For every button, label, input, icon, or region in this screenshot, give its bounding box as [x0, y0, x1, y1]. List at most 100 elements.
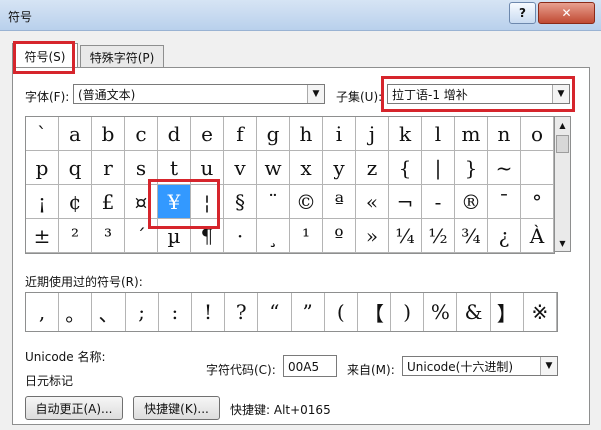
symbol-cell[interactable]: «	[356, 185, 389, 219]
symbol-cell[interactable]: }	[455, 151, 488, 185]
chevron-down-icon[interactable]: ▼	[307, 85, 324, 103]
symbol-cell[interactable]: ®	[455, 185, 488, 219]
unicode-name-value: 日元标记	[25, 374, 74, 388]
symbol-cell[interactable]: g	[257, 117, 290, 151]
symbol-cell[interactable]: ©	[290, 185, 323, 219]
char-code-input[interactable]: 00A5	[283, 355, 337, 377]
symbol-cell[interactable]: À	[521, 219, 554, 253]
symbol-grid-scrollbar[interactable]: ▲ ▼	[554, 116, 571, 252]
recent-symbol-cell[interactable]: (	[325, 293, 358, 331]
from-select-value: Unicode(十六进制)	[407, 360, 514, 374]
recent-symbol-cell[interactable]: ,	[26, 293, 60, 331]
symbol-cell[interactable]	[521, 151, 554, 185]
symbol-cell[interactable]: c	[125, 117, 158, 151]
tab-special-characters[interactable]: 特殊字符(P)	[80, 45, 164, 68]
symbol-cell[interactable]: f	[224, 117, 257, 151]
symbol-cell[interactable]: ¯	[488, 185, 521, 219]
symbol-cell[interactable]: m	[455, 117, 488, 151]
symbol-cell[interactable]: ²	[59, 219, 92, 253]
symbol-cell[interactable]: q	[59, 151, 92, 185]
font-label: 字体(F):	[25, 90, 70, 104]
symbol-cell[interactable]: º	[323, 219, 356, 253]
unicode-name-label: Unicode 名称:	[25, 350, 106, 364]
scroll-down-icon[interactable]: ▼	[555, 235, 570, 251]
symbol-cell[interactable]: ¹	[290, 219, 323, 253]
recent-symbol-cell[interactable]: ”	[292, 293, 325, 331]
recent-symbols-label: 近期使用过的符号(R):	[25, 275, 143, 289]
recent-symbol-cell[interactable]: “	[258, 293, 292, 331]
scrollbar-thumb[interactable]	[556, 135, 569, 153]
from-select[interactable]: Unicode(十六进制) ▼	[402, 356, 558, 376]
char-code-label: 字符代码(C):	[206, 363, 276, 377]
recent-symbol-cell[interactable]: :	[159, 293, 192, 331]
symbol-cell[interactable]: -	[422, 185, 455, 219]
symbol-cell[interactable]: ¨	[257, 185, 290, 219]
symbol-cell[interactable]: k	[389, 117, 422, 151]
symbol-cell[interactable]: £	[92, 185, 125, 219]
title-bar: 符号 ? ✕	[0, 0, 601, 31]
symbol-cell[interactable]: n	[488, 117, 521, 151]
symbol-cell[interactable]: {	[389, 151, 422, 185]
symbol-cell[interactable]: ¡	[26, 185, 59, 219]
help-button[interactable]: ?	[509, 2, 536, 24]
symbol-cell[interactable]: `	[26, 117, 59, 151]
recent-symbol-cell[interactable]: 、	[92, 293, 126, 331]
subset-label: 子集(U):	[336, 90, 383, 104]
symbol-cell[interactable]: |	[422, 151, 455, 185]
recent-symbol-cell[interactable]: &	[457, 293, 491, 331]
recent-symbol-cell[interactable]: )	[391, 293, 425, 331]
symbol-cell[interactable]: ³	[92, 219, 125, 253]
symbol-cell[interactable]: ~	[488, 151, 521, 185]
font-select[interactable]: (普通文本) ▼	[73, 84, 325, 104]
symbol-cell[interactable]: b	[92, 117, 125, 151]
symbol-cell[interactable]: »	[356, 219, 389, 253]
symbol-cell[interactable]: ¼	[389, 219, 422, 253]
recent-symbol-cell[interactable]: ?	[225, 293, 259, 331]
symbol-cell[interactable]: h	[290, 117, 323, 151]
recent-symbol-cell[interactable]: 】	[491, 293, 524, 331]
symbol-cell[interactable]: ¸	[257, 219, 290, 253]
recent-symbol-cell[interactable]: ;	[126, 293, 159, 331]
symbol-cell[interactable]: y	[323, 151, 356, 185]
symbol-cell[interactable]: ½	[422, 219, 455, 253]
symbol-cell[interactable]: v	[224, 151, 257, 185]
chevron-down-icon[interactable]: ▼	[540, 357, 557, 375]
recent-symbol-cell[interactable]: !	[192, 293, 226, 331]
symbol-cell[interactable]: r	[92, 151, 125, 185]
symbol-cell[interactable]: d	[158, 117, 191, 151]
symbol-cell[interactable]: i	[323, 117, 356, 151]
highlight-box-tab	[13, 41, 75, 74]
symbol-cell[interactable]: ¿	[488, 219, 521, 253]
shortcut-text: 快捷键: Alt+0165	[230, 403, 331, 417]
symbol-cell[interactable]: e	[191, 117, 224, 151]
symbol-cell[interactable]: x	[290, 151, 323, 185]
symbol-cell[interactable]: z	[356, 151, 389, 185]
symbol-cell[interactable]: a	[59, 117, 92, 151]
close-button[interactable]: ✕	[538, 2, 595, 24]
symbol-cell[interactable]: p	[26, 151, 59, 185]
symbol-grid: ` a b c d e f g h i j k l m n o p q r s t u v w x y z{|} ~ ¡ ¢ £ ¤ ¥ ¦ § ¨ ©…	[25, 116, 555, 254]
from-label: 来自(M):	[347, 363, 395, 377]
font-select-value: (普通文本)	[78, 88, 136, 102]
symbol-cell[interactable]: §	[224, 185, 257, 219]
symbol-cell[interactable]: o	[521, 117, 554, 151]
recent-symbol-cell[interactable]: 【	[358, 293, 392, 331]
symbol-cell[interactable]: °	[521, 185, 554, 219]
recent-symbol-cell[interactable]: ※	[524, 293, 557, 331]
autocorrect-button[interactable]: 自动更正(A)...	[25, 396, 123, 420]
recent-symbol-cell[interactable]: 。	[59, 293, 93, 331]
symbol-cell[interactable]: ¬	[389, 185, 422, 219]
scroll-up-icon[interactable]: ▲	[555, 117, 570, 133]
symbol-cell[interactable]: ¢	[59, 185, 92, 219]
recent-symbol-cell[interactable]: %	[424, 293, 458, 331]
symbol-cell[interactable]: l	[422, 117, 455, 151]
symbol-cell[interactable]: j	[356, 117, 389, 151]
symbol-cell[interactable]: ·	[224, 219, 257, 253]
symbol-cell[interactable]: ±	[26, 219, 59, 253]
symbol-cell[interactable]: ª	[323, 185, 356, 219]
symbol-cell[interactable]: ¾	[455, 219, 488, 253]
symbol-cell[interactable]: w	[257, 151, 290, 185]
highlight-box-subset	[381, 76, 575, 112]
window-title: 符号	[8, 10, 33, 24]
shortcut-key-button[interactable]: 快捷键(K)...	[133, 396, 220, 420]
